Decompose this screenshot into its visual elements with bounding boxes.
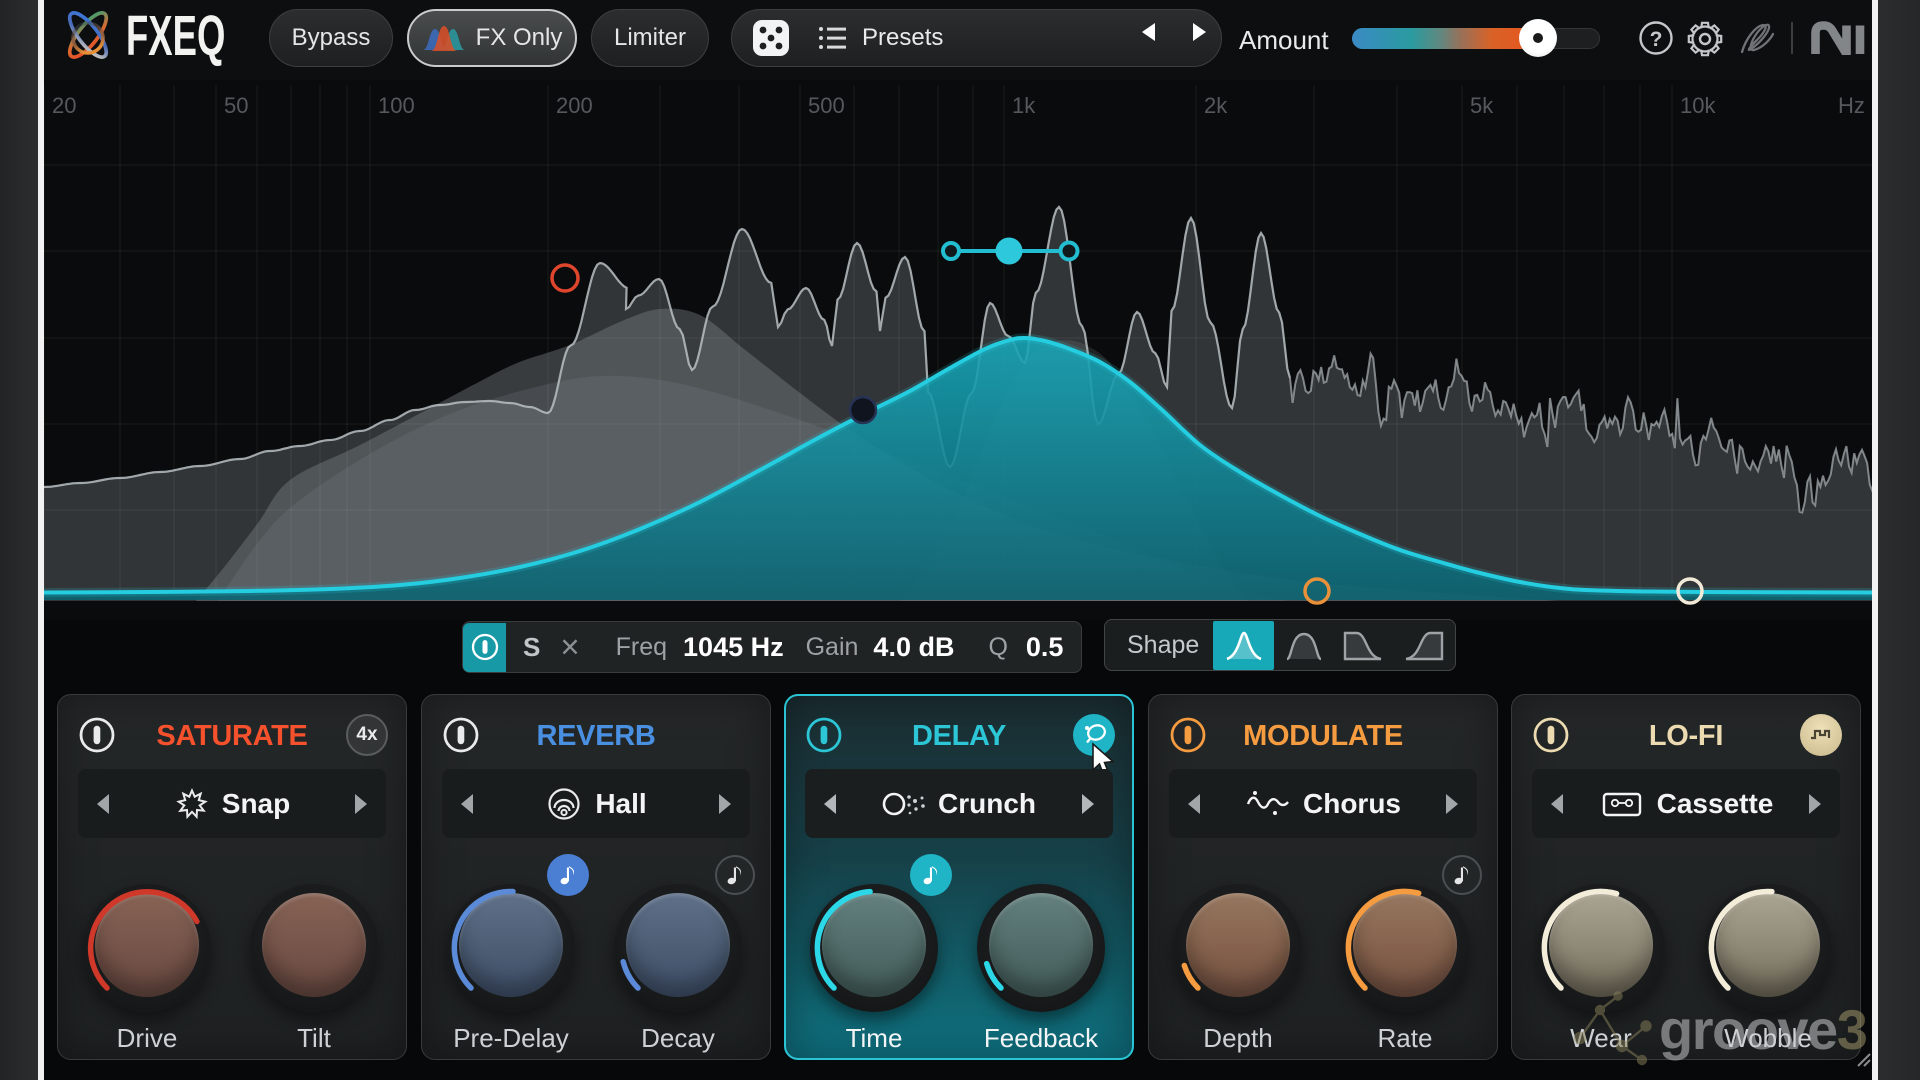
svg-text:200: 200 [556, 93, 593, 118]
svg-text:500: 500 [808, 93, 845, 118]
svg-text:10k: 10k [1680, 93, 1716, 118]
svg-text:Hz: Hz [1838, 93, 1865, 118]
svg-text:5k: 5k [1470, 93, 1494, 118]
svg-text:100: 100 [378, 93, 415, 118]
svg-text:?: ? [1650, 28, 1663, 51]
svg-text:2k: 2k [1204, 93, 1228, 118]
svg-text:1k: 1k [1012, 93, 1036, 118]
svg-text:20: 20 [52, 93, 76, 118]
svg-text:50: 50 [224, 93, 248, 118]
